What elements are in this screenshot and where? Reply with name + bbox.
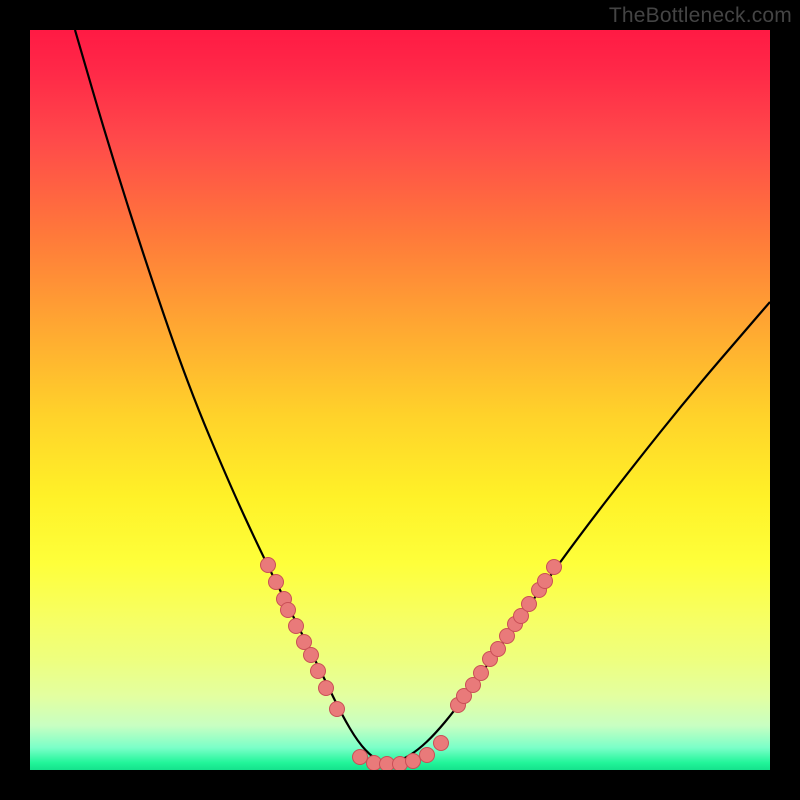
data-point — [406, 754, 421, 769]
plot-area — [30, 30, 770, 770]
data-point — [522, 597, 537, 612]
data-point — [474, 666, 489, 681]
data-point — [311, 664, 326, 679]
data-point — [289, 619, 304, 634]
chart-frame: TheBottleneck.com — [0, 0, 800, 800]
scatter-dots — [261, 558, 562, 771]
data-point — [547, 560, 562, 575]
data-point — [319, 681, 334, 696]
data-point — [434, 736, 449, 751]
data-point — [538, 574, 553, 589]
data-point — [353, 750, 368, 765]
data-point — [281, 603, 296, 618]
watermark-label: TheBottleneck.com — [609, 4, 792, 28]
data-point — [269, 575, 284, 590]
data-point — [330, 702, 345, 717]
curve-overlay — [30, 30, 770, 770]
data-point — [304, 648, 319, 663]
data-point — [491, 642, 506, 657]
left-curve — [75, 30, 387, 764]
data-point — [420, 748, 435, 763]
data-point — [261, 558, 276, 573]
right-curve — [387, 302, 770, 764]
data-point — [393, 757, 408, 771]
